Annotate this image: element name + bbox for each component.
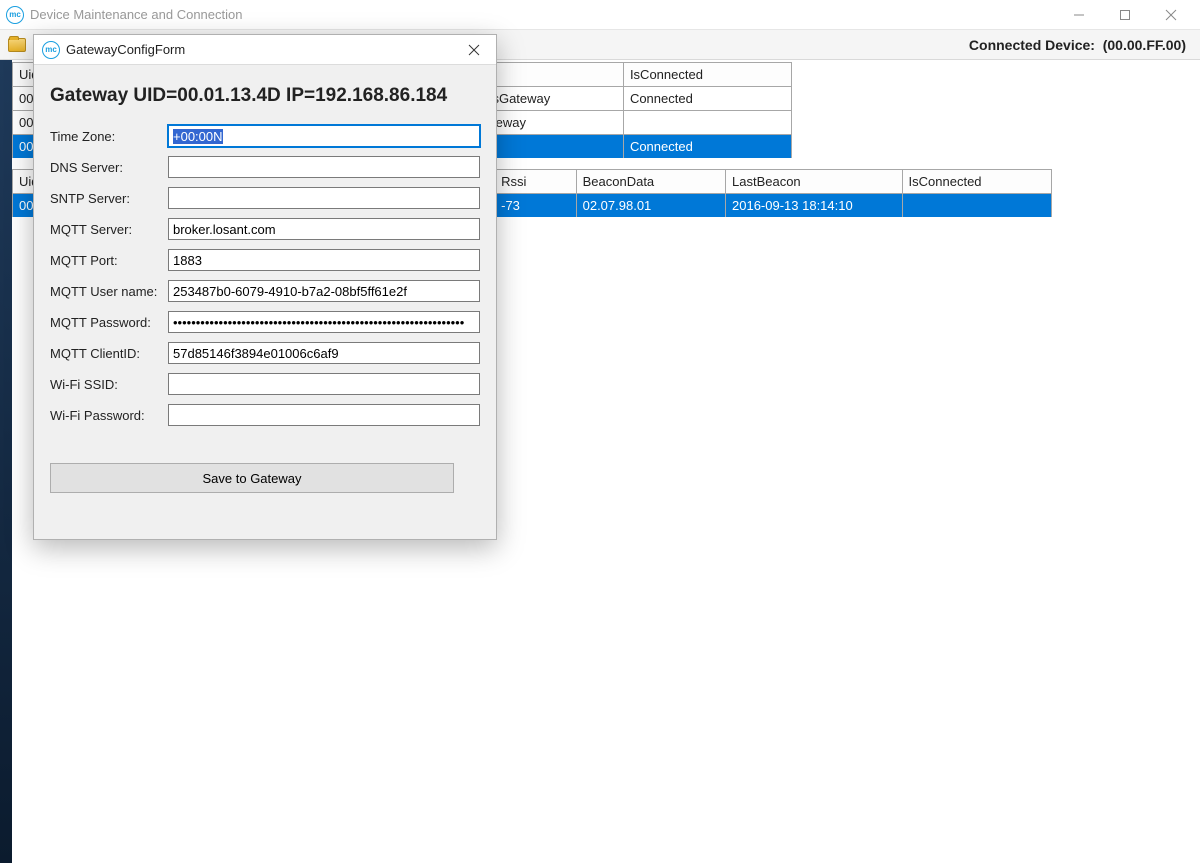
dialog-heading: Gateway UID=00.01.13.4D IP=192.168.86.18… (50, 85, 480, 107)
table-cell: 02.07.98.01 (576, 194, 725, 218)
dialog-titlebar[interactable]: mc GatewayConfigForm (34, 35, 496, 65)
table-cell: Connected (623, 87, 791, 111)
column-header[interactable]: Rssi (495, 170, 576, 194)
field-label: MQTT ClientID: (50, 346, 168, 361)
form-row: MQTT Password: (50, 311, 480, 333)
field-label: MQTT Server: (50, 222, 168, 237)
field-label: Wi-Fi SSID: (50, 377, 168, 392)
save-to-gateway-button[interactable]: Save to Gateway (50, 463, 454, 493)
mqtt-user-name-input[interactable] (168, 280, 480, 302)
table-cell: Connected (623, 135, 791, 159)
time-zone-input[interactable] (168, 125, 480, 147)
column-header[interactable]: IsConnected (902, 170, 1051, 194)
wi-fi-password-input[interactable] (168, 404, 480, 426)
form-row: MQTT ClientID: (50, 342, 480, 364)
form-row: MQTT Server: (50, 218, 480, 240)
sntp-server-input[interactable] (168, 187, 480, 209)
form-row: Wi-Fi SSID: (50, 373, 480, 395)
form-row: MQTT Port: (50, 249, 480, 271)
column-header[interactable]: IsConnected (623, 63, 791, 87)
form-row: Wi-Fi Password: (50, 404, 480, 426)
form-row: DNS Server: (50, 156, 480, 178)
mqtt-password-input[interactable] (168, 311, 480, 333)
main-window-title: Device Maintenance and Connection (30, 7, 242, 22)
dialog-close-button[interactable] (460, 36, 488, 64)
form-row: Time Zone: (50, 125, 480, 147)
dns-server-input[interactable] (168, 156, 480, 178)
field-label: MQTT User name: (50, 284, 168, 299)
minimize-button[interactable] (1056, 1, 1102, 29)
mqtt-server-input[interactable] (168, 218, 480, 240)
app-icon: mc (6, 6, 24, 24)
column-header[interactable]: LastBeacon (726, 170, 903, 194)
field-label: DNS Server: (50, 160, 168, 175)
field-label: Wi-Fi Password: (50, 408, 168, 423)
mqtt-port-input[interactable] (168, 249, 480, 271)
table-cell: -73 (495, 194, 576, 218)
connected-label-text: Connected Device: (969, 37, 1095, 53)
maximize-button[interactable] (1102, 1, 1148, 29)
gateway-config-dialog: mc GatewayConfigForm Gateway UID=00.01.1… (33, 34, 497, 540)
connected-value-text: (00.00.FF.00) (1103, 37, 1186, 53)
window-close-button[interactable] (1148, 1, 1194, 29)
wi-fi-ssid-input[interactable] (168, 373, 480, 395)
desktop-sliver (0, 60, 12, 863)
field-label: SNTP Server: (50, 191, 168, 206)
dialog-body: Gateway UID=00.01.13.4D IP=192.168.86.18… (34, 65, 496, 539)
connected-device-label: Connected Device: (00.00.FF.00) (969, 37, 1192, 53)
dialog-app-icon: mc (42, 41, 60, 59)
mqtt-clientid-input[interactable] (168, 342, 480, 364)
field-label: Time Zone: (50, 129, 168, 144)
form-row: MQTT User name: (50, 280, 480, 302)
form-row: SNTP Server: (50, 187, 480, 209)
column-header[interactable]: BeaconData (576, 170, 725, 194)
table-cell (623, 111, 791, 135)
main-titlebar: mc Device Maintenance and Connection (0, 0, 1200, 30)
field-label: MQTT Password: (50, 315, 168, 330)
open-folder-icon[interactable] (8, 38, 26, 52)
table-cell: 2016-09-13 18:14:10 (726, 194, 903, 218)
field-label: MQTT Port: (50, 253, 168, 268)
table-cell (902, 194, 1051, 218)
dialog-title: GatewayConfigForm (66, 42, 185, 57)
